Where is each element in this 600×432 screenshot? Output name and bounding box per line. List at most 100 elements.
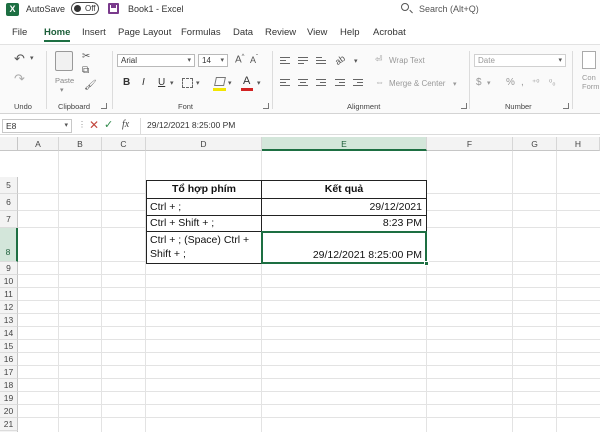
undo-dropdown-icon[interactable]: ▾ [30,54,34,62]
comma-style-icon[interactable]: , [521,77,524,88]
worksheet-grid[interactable]: A B C D E F G H 5 6 7 8 9 10 11 12 13 14… [0,137,600,432]
row-header-20[interactable]: 20 [0,405,18,418]
column-header-d[interactable]: D [146,137,262,151]
number-launcher-icon[interactable] [563,103,569,109]
save-icon[interactable] [108,3,119,14]
row-header-14[interactable]: 14 [0,327,18,340]
font-color-dropdown-icon[interactable]: ▾ [257,79,261,87]
decrease-indent-icon[interactable] [335,79,345,88]
bold-icon[interactable]: B [123,77,130,88]
column-header-g[interactable]: G [513,137,557,151]
increase-font-icon[interactable]: A^ [235,54,245,65]
tab-help[interactable]: Help [340,27,360,38]
wrap-text-button[interactable]: Wrap Text [389,56,425,65]
alignment-launcher-icon[interactable] [461,103,467,109]
fill-color-icon[interactable] [214,77,226,86]
row-header-12[interactable]: 12 [0,301,18,314]
format-painter-icon[interactable]: 🖌 [84,80,97,91]
paste-icon[interactable] [55,51,73,71]
orientation-dropdown-icon[interactable]: ▾ [354,57,358,65]
table-cell-result[interactable]: 29/12/2021 [261,198,427,216]
align-left-icon[interactable] [280,79,290,88]
tab-insert[interactable]: Insert [82,27,106,38]
column-header-e[interactable]: E [262,137,427,151]
number-format-dropdown[interactable]: Date ▾ [474,54,566,67]
merge-center-button[interactable]: Merge & Center [389,79,445,88]
column-header-a[interactable]: A [18,137,59,151]
font-size-dropdown[interactable]: 14 ▾ [198,54,228,67]
name-box[interactable]: E8 ▾ [2,119,72,133]
autosave-toggle[interactable]: Off [71,2,99,15]
tab-file[interactable]: File [12,27,27,38]
accounting-format-icon[interactable]: $ [476,77,482,88]
redo-icon[interactable]: ↷ [14,71,25,87]
wrap-text-icon[interactable]: ⏎ [375,54,383,65]
row-header-5[interactable]: 5 [0,177,18,194]
tab-review[interactable]: Review [265,27,296,38]
row-header-7[interactable]: 7 [0,211,18,228]
table-cell-shortcut[interactable]: Ctrl + Shift + ; [146,215,262,232]
table-cell-result[interactable]: 8:23 PM [261,215,427,232]
search-box[interactable]: Search (Alt+Q) [395,2,545,16]
fill-dropdown-icon[interactable]: ▾ [228,79,232,87]
table-cell-shortcut[interactable]: Ctrl + ; (Space) Ctrl + Shift + ; [146,231,262,264]
paste-dropdown-icon[interactable]: ▾ [60,86,64,94]
row-header-13[interactable]: 13 [0,314,18,327]
font-launcher-icon[interactable] [263,103,269,109]
column-header-b[interactable]: B [59,137,102,151]
copy-icon[interactable]: ⧉ [82,65,89,76]
tab-formulas[interactable]: Formulas [181,27,221,38]
orientation-icon[interactable]: ab [333,53,347,67]
align-right-icon[interactable] [316,79,326,88]
cancel-icon[interactable]: ✕ [89,118,99,132]
row-header-6[interactable]: 6 [0,194,18,211]
font-color-icon[interactable]: A [243,75,250,87]
conditional-formatting-button[interactable]: Con Form [582,73,600,91]
tab-page-layout[interactable]: Page Layout [118,27,171,38]
cut-icon[interactable]: ✂ [82,51,90,62]
middle-align-icon[interactable] [298,57,308,66]
column-header-c[interactable]: C [102,137,146,151]
undo-icon[interactable]: ↶ [14,51,25,67]
decrease-font-icon[interactable]: Aˇ [250,55,258,65]
borders-dropdown-icon[interactable]: ▾ [196,79,200,87]
row-header-18[interactable]: 18 [0,379,18,392]
row-header-9[interactable]: 9 [0,262,18,275]
increase-indent-icon[interactable] [353,79,363,88]
row-header-8[interactable]: 8 [0,228,18,262]
conditional-formatting-icon[interactable] [582,51,596,69]
row-header-16[interactable]: 16 [0,353,18,366]
merge-center-icon[interactable]: ⇔ [375,77,384,87]
tab-acrobat[interactable]: Acrobat [373,27,406,38]
percent-icon[interactable]: % [506,77,515,88]
increase-decimal-icon[interactable]: ⁺⁰ [532,78,539,87]
merge-dropdown-icon[interactable]: ▾ [453,80,457,88]
select-all-corner[interactable] [0,137,18,151]
row-header-21[interactable]: 21 [0,418,18,431]
align-center-icon[interactable] [298,79,308,88]
paste-label[interactable]: Paste [55,76,74,85]
bottom-align-icon[interactable] [316,57,326,66]
tab-data[interactable]: Data [233,27,253,38]
fill-handle[interactable] [424,261,429,266]
row-header-11[interactable]: 11 [0,288,18,301]
italic-icon[interactable]: I [142,77,145,88]
row-header-10[interactable]: 10 [0,275,18,288]
accounting-dropdown-icon[interactable]: ▾ [487,79,491,87]
tab-view[interactable]: View [307,27,327,38]
enter-check-icon[interactable]: ✓ [104,118,113,131]
underline-dropdown-icon[interactable]: ▾ [170,79,174,87]
row-header-19[interactable]: 19 [0,392,18,405]
clipboard-launcher-icon[interactable] [101,103,107,109]
more-options-icon[interactable]: ⋮ [78,120,86,129]
column-header-f[interactable]: F [427,137,513,151]
table-cell-shortcut[interactable]: Ctrl + ; [146,198,262,216]
row-header-15[interactable]: 15 [0,340,18,353]
column-header-h[interactable]: H [557,137,600,151]
font-name-dropdown[interactable]: Arial ▾ [117,54,195,67]
tab-home[interactable]: Home [44,27,71,42]
underline-icon[interactable]: U [158,77,165,88]
top-align-icon[interactable] [280,57,290,66]
insert-function-icon[interactable]: fx [122,119,129,130]
formula-input[interactable]: 29/12/2021 8:25:00 PM [140,118,600,134]
